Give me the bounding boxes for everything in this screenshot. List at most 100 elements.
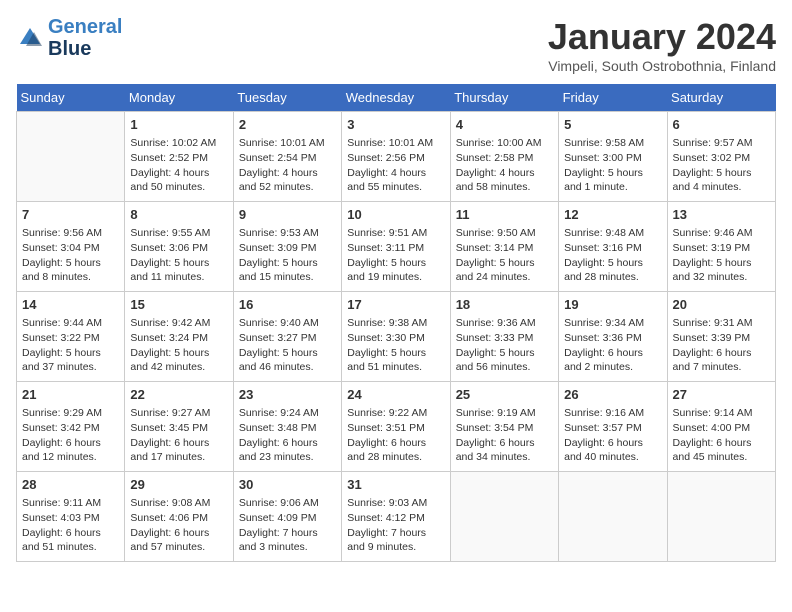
month-title: January 2024: [548, 16, 776, 58]
calendar-day-3: 3 Sunrise: 10:01 AM Sunset: 2:56 PM Dayli…: [342, 112, 450, 202]
header-row: SundayMondayTuesdayWednesdayThursdayFrid…: [17, 84, 776, 112]
day-number: 28: [22, 476, 119, 494]
calendar-day-15: 15Sunrise: 9:42 AM Sunset: 3:24 PM Dayli…: [125, 292, 233, 382]
calendar-day-31: 31 Sunrise: 9:03 AM Sunset: 4:12 PM Dayli…: [342, 472, 450, 562]
day-info: Sunrise: 9:24 AM Sunset: 3:48 PM Dayligh…: [239, 406, 336, 465]
day-info: Sunrise: 9:38 AM Sunset: 3:30 PM Dayligh…: [347, 316, 444, 375]
day-info: Sunrise: 10:01 AM Sunset: 2:54 PM Daylig…: [239, 136, 336, 195]
day-number: 25: [456, 386, 553, 404]
day-number: 29: [130, 476, 227, 494]
day-number: 6: [673, 116, 770, 134]
empty-cell: [450, 472, 558, 562]
location-subtitle: Vimpeli, South Ostrobothnia, Finland: [548, 58, 776, 74]
day-info: Sunrise: 9:14 AM Sunset: 4:00 PM Dayligh…: [673, 406, 770, 465]
day-info: Sunrise: 9:31 AM Sunset: 3:39 PM Dayligh…: [673, 316, 770, 375]
day-info: Sunrise: 9:06 AM Sunset: 4:09 PM Dayligh…: [239, 496, 336, 555]
day-number: 1: [130, 116, 227, 134]
logo-icon: [16, 24, 44, 52]
header-day-sunday: Sunday: [17, 84, 125, 112]
calendar-day-24: 24Sunrise: 9:22 AM Sunset: 3:51 PM Dayli…: [342, 382, 450, 472]
calendar-day-5: 5Sunrise: 9:58 AM Sunset: 3:00 PM Daylig…: [559, 112, 667, 202]
day-info: Sunrise: 9:03 AM Sunset: 4:12 PM Dayligh…: [347, 496, 444, 555]
day-info: Sunrise: 9:34 AM Sunset: 3:36 PM Dayligh…: [564, 316, 661, 375]
day-number: 7: [22, 206, 119, 224]
day-info: Sunrise: 9:51 AM Sunset: 3:11 PM Dayligh…: [347, 226, 444, 285]
empty-cell: [667, 472, 775, 562]
day-number: 16: [239, 296, 336, 314]
calendar-week-2: 7Sunrise: 9:56 AM Sunset: 3:04 PM Daylig…: [17, 202, 776, 292]
calendar-header: SundayMondayTuesdayWednesdayThursdayFrid…: [17, 84, 776, 112]
day-info: Sunrise: 10:00 AM Sunset: 2:58 PM Daylig…: [456, 136, 553, 195]
calendar-body: 1 Sunrise: 10:02 AM Sunset: 2:52 PM Dayli…: [17, 112, 776, 562]
day-info: Sunrise: 9:11 AM Sunset: 4:03 PM Dayligh…: [22, 496, 119, 555]
calendar-day-30: 30 Sunrise: 9:06 AM Sunset: 4:09 PM Dayli…: [233, 472, 341, 562]
day-number: 18: [456, 296, 553, 314]
day-info: Sunrise: 9:36 AM Sunset: 3:33 PM Dayligh…: [456, 316, 553, 375]
calendar-day-18: 18 Sunrise: 9:36 AM Sunset: 3:33 PM Dayli…: [450, 292, 558, 382]
header-day-friday: Friday: [559, 84, 667, 112]
header-day-thursday: Thursday: [450, 84, 558, 112]
day-number: 5: [564, 116, 661, 134]
day-info: Sunrise: 9:50 AM Sunset: 3:14 PM Dayligh…: [456, 226, 553, 285]
logo-text: GeneralBlue: [48, 16, 122, 60]
day-number: 12: [564, 206, 661, 224]
calendar-day-16: 16 Sunrise: 9:40 AM Sunset: 3:27 PM Dayli…: [233, 292, 341, 382]
day-info: Sunrise: 9:22 AM Sunset: 3:51 PM Dayligh…: [347, 406, 444, 465]
calendar-week-3: 14Sunrise: 9:44 AM Sunset: 3:22 PM Dayli…: [17, 292, 776, 382]
day-info: Sunrise: 9:55 AM Sunset: 3:06 PM Dayligh…: [130, 226, 227, 285]
calendar-week-5: 28 Sunrise: 9:11 AM Sunset: 4:03 PM Dayli…: [17, 472, 776, 562]
day-number: 9: [239, 206, 336, 224]
header: GeneralBlue January 2024 Vimpeli, South …: [16, 16, 776, 74]
day-number: 31: [347, 476, 444, 494]
day-info: Sunrise: 9:48 AM Sunset: 3:16 PM Dayligh…: [564, 226, 661, 285]
calendar-day-17: 17 Sunrise: 9:38 AM Sunset: 3:30 PM Dayli…: [342, 292, 450, 382]
header-day-tuesday: Tuesday: [233, 84, 341, 112]
day-number: 19: [564, 296, 661, 314]
header-day-wednesday: Wednesday: [342, 84, 450, 112]
day-number: 10: [347, 206, 444, 224]
day-number: 20: [673, 296, 770, 314]
calendar-day-21: 21Sunrise: 9:29 AM Sunset: 3:42 PM Dayli…: [17, 382, 125, 472]
day-number: 30: [239, 476, 336, 494]
day-number: 22: [130, 386, 227, 404]
calendar-day-1: 1 Sunrise: 10:02 AM Sunset: 2:52 PM Dayli…: [125, 112, 233, 202]
day-info: Sunrise: 9:46 AM Sunset: 3:19 PM Dayligh…: [673, 226, 770, 285]
day-number: 14: [22, 296, 119, 314]
empty-cell: [17, 112, 125, 202]
day-number: 3: [347, 116, 444, 134]
day-info: Sunrise: 9:29 AM Sunset: 3:42 PM Dayligh…: [22, 406, 119, 465]
day-number: 27: [673, 386, 770, 404]
day-number: 4: [456, 116, 553, 134]
calendar-day-6: 6 Sunrise: 9:57 AM Sunset: 3:02 PM Daylig…: [667, 112, 775, 202]
calendar-day-19: 19 Sunrise: 9:34 AM Sunset: 3:36 PM Dayli…: [559, 292, 667, 382]
calendar-day-9: 9 Sunrise: 9:53 AM Sunset: 3:09 PM Daylig…: [233, 202, 341, 292]
title-area: January 2024 Vimpeli, South Ostrobothnia…: [548, 16, 776, 74]
day-number: 2: [239, 116, 336, 134]
day-number: 17: [347, 296, 444, 314]
day-info: Sunrise: 9:57 AM Sunset: 3:02 PM Dayligh…: [673, 136, 770, 195]
calendar-day-23: 23Sunrise: 9:24 AM Sunset: 3:48 PM Dayli…: [233, 382, 341, 472]
empty-cell: [559, 472, 667, 562]
day-info: Sunrise: 9:27 AM Sunset: 3:45 PM Dayligh…: [130, 406, 227, 465]
calendar-day-25: 25 Sunrise: 9:19 AM Sunset: 3:54 PM Dayli…: [450, 382, 558, 472]
day-info: Sunrise: 9:40 AM Sunset: 3:27 PM Dayligh…: [239, 316, 336, 375]
day-info: Sunrise: 9:19 AM Sunset: 3:54 PM Dayligh…: [456, 406, 553, 465]
calendar-week-1: 1 Sunrise: 10:02 AM Sunset: 2:52 PM Dayli…: [17, 112, 776, 202]
day-info: Sunrise: 9:16 AM Sunset: 3:57 PM Dayligh…: [564, 406, 661, 465]
calendar-day-11: 11Sunrise: 9:50 AM Sunset: 3:14 PM Dayli…: [450, 202, 558, 292]
calendar-day-22: 22 Sunrise: 9:27 AM Sunset: 3:45 PM Dayli…: [125, 382, 233, 472]
calendar-day-7: 7Sunrise: 9:56 AM Sunset: 3:04 PM Daylig…: [17, 202, 125, 292]
header-day-saturday: Saturday: [667, 84, 775, 112]
day-info: Sunrise: 9:53 AM Sunset: 3:09 PM Dayligh…: [239, 226, 336, 285]
day-number: 15: [130, 296, 227, 314]
calendar-day-10: 10 Sunrise: 9:51 AM Sunset: 3:11 PM Dayli…: [342, 202, 450, 292]
calendar-day-29: 29Sunrise: 9:08 AM Sunset: 4:06 PM Dayli…: [125, 472, 233, 562]
day-number: 13: [673, 206, 770, 224]
calendar-day-28: 28 Sunrise: 9:11 AM Sunset: 4:03 PM Dayli…: [17, 472, 125, 562]
calendar-day-2: 2 Sunrise: 10:01 AM Sunset: 2:54 PM Dayli…: [233, 112, 341, 202]
calendar-week-4: 21Sunrise: 9:29 AM Sunset: 3:42 PM Dayli…: [17, 382, 776, 472]
day-info: Sunrise: 10:02 AM Sunset: 2:52 PM Daylig…: [130, 136, 227, 195]
day-info: Sunrise: 10:01 AM Sunset: 2:56 PM Daylig…: [347, 136, 444, 195]
header-day-monday: Monday: [125, 84, 233, 112]
calendar-day-20: 20 Sunrise: 9:31 AM Sunset: 3:39 PM Dayli…: [667, 292, 775, 382]
